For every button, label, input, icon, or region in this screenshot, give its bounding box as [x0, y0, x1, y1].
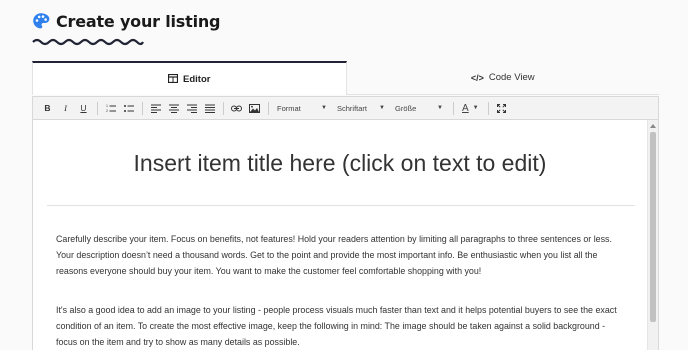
text-color-dropdown[interactable]: A ▼ [460, 101, 480, 115]
fullscreen-icon[interactable] [495, 101, 508, 115]
table-icon [167, 73, 179, 85]
scrollbar-thumb[interactable] [650, 132, 656, 322]
underline-button[interactable]: U [77, 101, 90, 115]
view-tabs: Editor </> Code View [32, 61, 659, 95]
tab-editor[interactable]: Editor [32, 61, 347, 95]
page-title: Create your listing [56, 11, 221, 31]
ordered-list-icon[interactable]: 12 [104, 101, 117, 115]
font-dropdown[interactable]: Schriftart ▼ [335, 101, 387, 115]
unordered-list-icon[interactable] [122, 101, 135, 115]
editor-area[interactable]: Insert item title here (click on text to… [32, 120, 659, 350]
text-color-icon: A [462, 102, 469, 114]
palette-icon [32, 12, 50, 30]
svg-text:1: 1 [106, 104, 108, 108]
toolbar-separator [268, 101, 269, 115]
item-title[interactable]: Insert item title here (click on text to… [33, 150, 647, 177]
editor-toolbar: B I U 12 Format ▼ Schriftart ▼ Größe ▼ A ▼ [32, 96, 659, 120]
toolbar-separator [488, 101, 489, 115]
tab-code-view[interactable]: </> Code View [346, 61, 659, 95]
scroll-up-icon[interactable] [650, 124, 656, 128]
caret-down-icon: ▼ [321, 105, 327, 111]
page-header: Create your listing [32, 9, 220, 33]
image-tip-paragraph[interactable]: It's also a good idea to add an image to… [56, 302, 626, 350]
image-icon[interactable] [248, 101, 261, 115]
toolbar-separator [142, 101, 143, 115]
caret-down-icon: ▼ [379, 105, 385, 111]
description-paragraph[interactable]: Carefully describe your item. Focus on b… [56, 231, 626, 279]
toolbar-separator [453, 101, 454, 115]
align-left-icon[interactable] [149, 101, 162, 115]
toolbar-separator [97, 101, 98, 115]
align-right-icon[interactable] [185, 101, 198, 115]
svg-text:2: 2 [106, 109, 108, 113]
tab-code-view-label: Code View [488, 72, 535, 83]
caret-down-icon: ▼ [472, 105, 479, 111]
tab-editor-label: Editor [183, 73, 211, 85]
editor-scrollbar[interactable] [647, 120, 658, 350]
size-dropdown[interactable]: Größe ▼ [393, 101, 445, 115]
caret-down-icon: ▼ [437, 105, 443, 111]
align-justify-icon[interactable] [203, 101, 216, 115]
title-divider [47, 205, 635, 206]
link-icon[interactable] [230, 101, 243, 115]
toolbar-separator [223, 101, 224, 115]
bold-button[interactable]: B [41, 101, 54, 115]
align-center-icon[interactable] [167, 101, 180, 115]
code-icon: </> [470, 72, 484, 83]
format-dropdown[interactable]: Format ▼ [275, 101, 329, 115]
italic-button[interactable]: I [59, 101, 72, 115]
squiggle-underline [32, 38, 144, 46]
